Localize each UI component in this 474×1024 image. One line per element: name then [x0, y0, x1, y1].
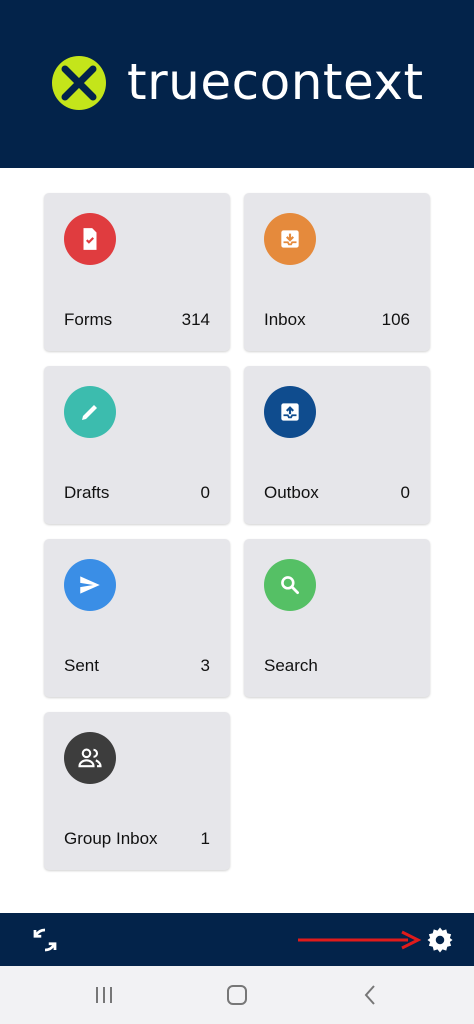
tile-label: Forms: [64, 310, 113, 329]
send-icon: [64, 559, 116, 611]
tile-sent[interactable]: Sent 3: [44, 539, 230, 697]
tile-label: Search: [264, 656, 318, 675]
brand-name: truecontext: [127, 53, 424, 111]
tile-forms[interactable]: Forms 314: [44, 193, 230, 351]
tile-label: Inbox: [264, 310, 306, 329]
tile-count: 314: [181, 310, 210, 329]
back-icon[interactable]: [357, 981, 385, 1009]
tile-count: 0: [200, 483, 210, 502]
outbox-upload-icon: [264, 386, 316, 438]
bottom-app-bar: [0, 913, 474, 966]
tile-label: Sent: [64, 656, 99, 675]
tile-drafts[interactable]: Drafts 0: [44, 366, 230, 524]
tile-search[interactable]: Search: [244, 539, 430, 697]
form-check-icon: [64, 213, 116, 265]
annotation-arrow: [298, 930, 422, 950]
pencil-icon: [64, 386, 116, 438]
app-header: truecontext: [0, 0, 474, 168]
search-icon: [264, 559, 316, 611]
tile-inbox[interactable]: Inbox 106: [244, 193, 430, 351]
truecontext-logo-icon: [52, 56, 106, 110]
tile-group-inbox[interactable]: Group Inbox 1: [44, 712, 230, 870]
tile-label: Drafts: [64, 483, 110, 502]
home-icon[interactable]: [223, 981, 251, 1009]
tile-count: 0: [400, 483, 410, 502]
inbox-download-icon: [264, 213, 316, 265]
system-navigation-bar: [0, 966, 474, 1024]
tile-label: Group Inbox: [64, 829, 158, 848]
tile-label: Outbox: [264, 483, 319, 502]
settings-gear-icon[interactable]: [425, 925, 455, 955]
group-icon: [64, 732, 116, 784]
tile-count: 3: [200, 656, 210, 675]
tile-count: 1: [200, 829, 210, 848]
recent-apps-icon[interactable]: [90, 981, 118, 1009]
tile-count: 106: [381, 310, 410, 329]
tile-outbox[interactable]: Outbox 0: [244, 366, 430, 524]
sync-icon[interactable]: [30, 925, 60, 955]
